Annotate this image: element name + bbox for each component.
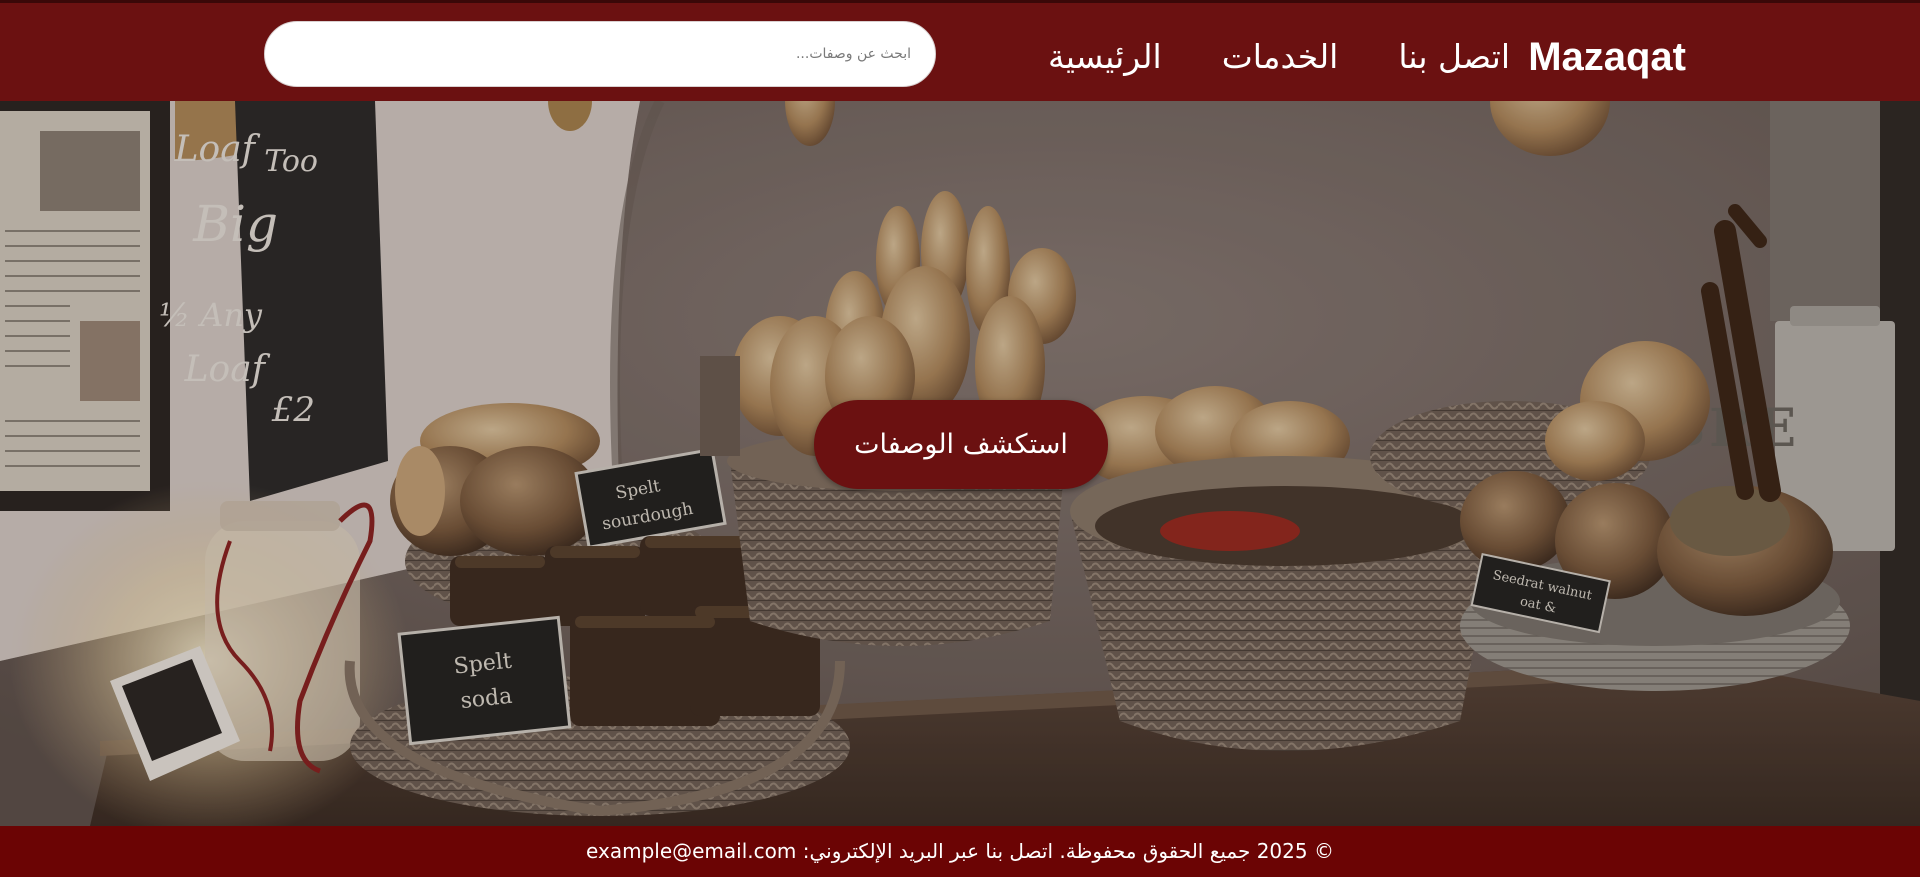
search-box	[264, 21, 936, 87]
site-footer: © 2025 جميع الحقوق محفوظة. اتصل بنا عبر …	[0, 826, 1920, 877]
search-input[interactable]	[265, 22, 935, 86]
top-navbar: Mazaqat الرئيسية الخدمات اتصل بنا	[0, 0, 1920, 101]
footer-text: © 2025 جميع الحقوق محفوظة. اتصل بنا عبر …	[586, 839, 1334, 863]
hero-section: BRE Loaf Too Big Any ½ Loaf £2	[0, 101, 1920, 826]
nav-services-link[interactable]: الخدمات	[1222, 35, 1339, 79]
main-nav: الرئيسية الخدمات اتصل بنا	[1048, 35, 1510, 79]
nav-contact-link[interactable]: اتصل بنا	[1398, 35, 1510, 79]
explore-recipes-button[interactable]: استكشف الوصفات	[814, 400, 1108, 489]
brand-logo[interactable]: Mazaqat	[1528, 33, 1686, 81]
nav-home-link[interactable]: الرئيسية	[1048, 35, 1162, 79]
